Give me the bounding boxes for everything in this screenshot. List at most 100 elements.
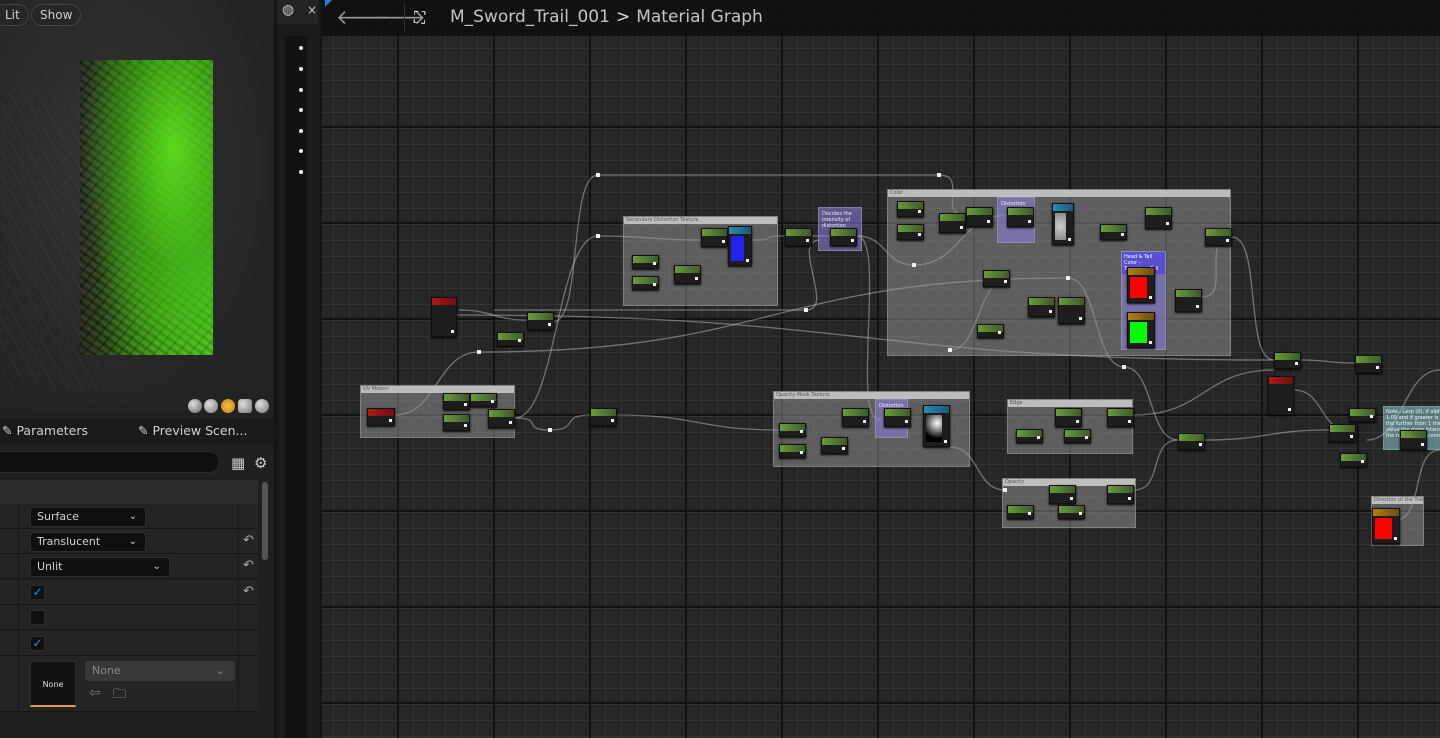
output-pin[interactable] [1226,239,1229,242]
details-section-header[interactable] [0,480,258,504]
output-pin[interactable] [1085,436,1088,439]
material-graph-canvas[interactable]: Secondary Distortion Texture Decides the … [322,0,1440,738]
material-expression-node[interactable] [1007,207,1034,227]
output-pin[interactable] [806,239,809,242]
output-pin[interactable] [611,419,614,422]
reroute-node[interactable] [596,234,600,238]
material-expression-node[interactable] [1178,433,1205,450]
output-pin[interactable] [1376,366,1379,369]
material-expression-node[interactable] [842,408,869,427]
vector-parameter-node[interactable] [1372,508,1400,544]
output-pin[interactable] [653,283,656,286]
material-expression-node[interactable] [443,414,470,431]
tab-preview-scene[interactable]: ✎ Preview Scen... [138,423,247,438]
material-expression-node[interactable] [966,207,993,227]
texcoord-node[interactable] [1268,376,1294,415]
output-pin[interactable] [1166,222,1169,225]
texture-sample-node[interactable] [923,405,950,447]
material-expression-node[interactable] [884,408,911,427]
output-pin[interactable] [1350,435,1353,438]
output-pin[interactable] [722,240,725,243]
output-pin[interactable] [800,451,803,454]
output-pin[interactable] [653,262,656,265]
material-expression-node[interactable] [632,255,659,269]
reroute-node[interactable] [1003,488,1007,492]
material-expression-node[interactable] [1058,505,1085,519]
output-pin[interactable] [1049,310,1052,313]
cylinder-preview-icon[interactable] [188,399,202,413]
output-pin[interactable] [960,226,963,229]
material-expression-node[interactable] [1064,429,1091,443]
output-pin[interactable] [1028,220,1031,223]
output-pin[interactable] [1076,420,1079,423]
output-pin[interactable] [1196,305,1199,308]
reroute-node[interactable] [804,308,808,312]
material-expression-node[interactable] [632,276,659,290]
output-pin[interactable] [746,259,749,262]
material-expression-node[interactable] [779,423,806,437]
output-pin[interactable] [851,239,854,242]
reroute-node[interactable] [477,350,481,354]
reroute-node[interactable] [548,428,552,432]
output-pin[interactable] [1149,341,1152,344]
texture-sample-node[interactable] [728,226,752,266]
reset-arrow-icon[interactable]: ↶ [243,584,254,599]
plane-preview-icon[interactable] [221,399,235,413]
material-expression-node[interactable] [939,213,966,233]
reroute-node[interactable] [1066,276,1070,280]
material-expression-node[interactable] [488,409,515,428]
vector-parameter-node[interactable] [1127,312,1155,348]
material-expression-node[interactable] [1340,453,1367,467]
output-pin[interactable] [863,420,866,423]
reroute-node[interactable] [937,173,941,177]
material-expression-node[interactable] [470,393,497,407]
reset-arrow-icon[interactable]: ↶ [243,558,254,573]
breadcrumb-page[interactable]: Material Graph [636,7,763,27]
use-selected-arrow-icon[interactable]: ⇦ [89,685,101,701]
checkbox-checked[interactable]: ✓ [30,585,45,600]
output-pin[interactable] [464,403,467,406]
output-pin[interactable] [998,331,1001,334]
material-expression-node[interactable] [977,324,1004,338]
material-expression-node[interactable] [1349,408,1376,422]
material-expression-node[interactable] [830,228,857,246]
output-pin[interactable] [1394,537,1397,540]
texture-asset-dropdown[interactable]: None ⌄ [85,661,235,681]
cube-preview-icon[interactable] [238,399,252,413]
output-pin[interactable] [464,424,467,427]
output-pin[interactable] [987,220,990,223]
preview-viewport[interactable]: Lit Show [0,0,274,415]
tab-parameters[interactable]: ✎ Parameters [2,423,88,438]
output-pin[interactable] [509,421,512,424]
material-expression-node[interactable] [1028,297,1055,317]
blend-mode-dropdown[interactable]: Translucent ⌄ [30,532,146,552]
output-pin[interactable] [1361,460,1364,463]
output-pin[interactable] [800,430,803,433]
material-expression-node[interactable] [1107,485,1134,504]
output-pin[interactable] [1421,443,1424,446]
gear-icon[interactable]: ⚙ [254,454,267,472]
material-expression-node[interactable] [443,393,470,410]
output-pin[interactable] [1370,415,1373,418]
output-pin[interactable] [918,233,921,236]
material-expression-node[interactable] [1100,224,1127,240]
show-button[interactable]: Show [31,4,82,26]
material-expression-node[interactable] [897,224,924,240]
material-expression-node[interactable] [497,332,524,346]
reset-arrow-icon[interactable]: ↶ [243,533,254,548]
material-expression-node[interactable] [1205,228,1232,246]
close-icon[interactable]: × [307,3,317,17]
material-expression-node[interactable] [1274,352,1301,369]
material-expression-node[interactable] [674,265,701,284]
vector-parameter-node[interactable] [1127,267,1155,303]
output-pin[interactable] [842,447,845,450]
output-pin[interactable] [1070,497,1073,500]
material-expression-node[interactable] [1145,207,1172,229]
output-pin[interactable] [1079,317,1082,320]
material-expression-node[interactable] [983,270,1010,287]
output-pin[interactable] [1028,512,1031,515]
details-scrollbar[interactable] [262,482,268,560]
material-expression-node[interactable] [1058,297,1085,324]
material-expression-node[interactable] [1107,408,1134,427]
output-pin[interactable] [695,277,698,280]
